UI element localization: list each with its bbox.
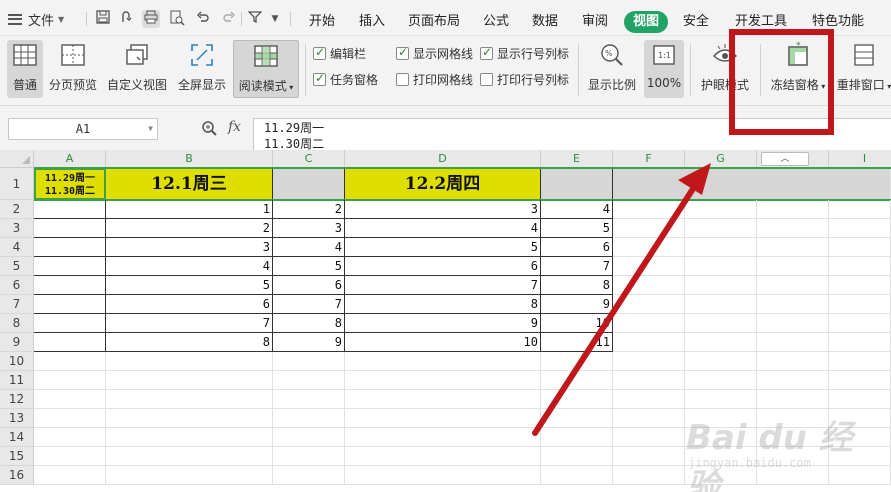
watermark-url: jingyan.baidu.com [688,456,811,470]
watermark-logo: Bai du 经验 [686,418,853,492]
watermark: Bai du 经验 jingyan.baidu.com [686,400,886,492]
spreadsheet-window: { "menubar": { "file_label": "文件", "tabs… [0,0,891,492]
